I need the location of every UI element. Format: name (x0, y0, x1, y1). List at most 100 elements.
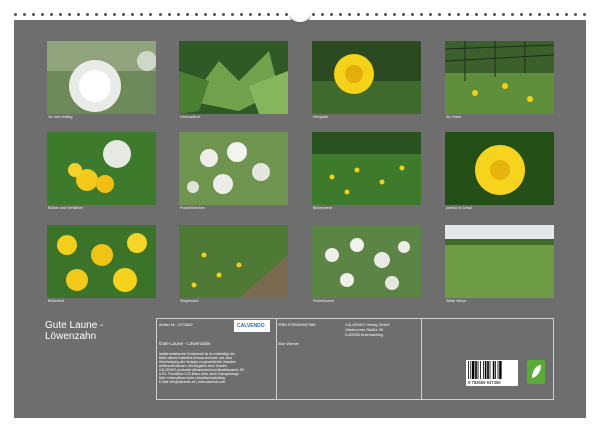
photo-flower-detail (445, 132, 554, 205)
binding-hole (32, 13, 36, 16)
binding-hole (158, 13, 162, 16)
binding-hole (23, 13, 27, 16)
binding-hole (77, 13, 81, 16)
photo-dandelion-seedhead (47, 41, 156, 114)
leaf-icon (532, 365, 541, 378)
barcode-bar (497, 361, 499, 379)
binding-hole (257, 13, 261, 16)
publisher-line: CALVENDO Verlag GmbH (345, 323, 390, 327)
barcode-bar (495, 361, 496, 379)
legal-line: E-Mail: info@calvendo.de | www.calvendo.… (159, 380, 226, 384)
photo-yellow-flower (312, 41, 421, 114)
photo-caption: Vor dem Abflug (48, 115, 73, 119)
binding-hole (113, 13, 117, 16)
barcode-bar (470, 361, 472, 379)
photo-caption: Löwenzähne (180, 115, 201, 119)
isbn: ISBN 9783669947368 (278, 323, 316, 327)
barcode-bar (492, 361, 495, 379)
photo-seedheads-field (179, 132, 288, 205)
photo-fence-meadow (445, 41, 554, 114)
binding-hole (59, 13, 63, 16)
binding-hole (185, 13, 189, 16)
binding-hole (447, 13, 451, 16)
calendar-title: Gute Laune - Löwenzahn (45, 320, 104, 342)
barcode-bar (475, 361, 477, 379)
barcode-bar (489, 361, 491, 379)
calendar-subtitle: Gute Laune - Löwenzahn (159, 341, 211, 346)
info-divider (276, 319, 277, 399)
publisher-line: D-82008 Unterhaching (345, 333, 384, 337)
binding-hole (384, 13, 388, 16)
binding-hole (375, 13, 379, 16)
binding-hole (266, 13, 270, 16)
barcode: 9 783669 947368 (466, 360, 518, 386)
binding-hole (456, 13, 460, 16)
barcode-bar (499, 361, 502, 379)
photo-caption: Blühen und Verblühen (48, 206, 84, 210)
binding-hole (474, 13, 478, 16)
photo-flower-meadow (312, 132, 421, 205)
binding-hole (483, 13, 487, 16)
binding-hole (429, 13, 433, 16)
photo-caption: Wegesrand (180, 299, 199, 303)
binding-hole (95, 13, 99, 16)
barcode-bar (480, 361, 481, 379)
binding-hole (275, 13, 279, 16)
photo-dandelion-clocks (312, 225, 421, 298)
binding-hole (546, 13, 550, 16)
info-divider (421, 319, 422, 399)
barcode-bars (468, 361, 502, 379)
binding-hole (492, 13, 496, 16)
logo-text: CALVENDO (237, 323, 265, 329)
binding-hole (167, 13, 171, 16)
binding-hole (104, 13, 108, 16)
binding-hole (149, 13, 153, 16)
article-number: Artikel-Nr.: 2472862 (159, 323, 193, 327)
binding-hole (573, 13, 577, 16)
binding-hole (438, 13, 442, 16)
binding-hole (501, 13, 505, 16)
binding-hole (239, 13, 243, 16)
binding-hole (131, 13, 135, 16)
photo-caption: Blütenwiese (313, 206, 333, 210)
photo-flower-field (47, 225, 156, 298)
photo-caption: Blütenfeld (48, 299, 64, 303)
binding-hole (510, 13, 514, 16)
binding-hole (555, 13, 559, 16)
binding-hole (402, 13, 406, 16)
binding-hole (41, 13, 45, 16)
binding-hole (366, 13, 370, 16)
photo-caption: Am Rand (446, 115, 461, 119)
author: Elke Werner (278, 342, 299, 346)
binding-hole (348, 13, 352, 16)
binding-hole (122, 13, 126, 16)
binding-hole (321, 13, 325, 16)
photo-wide-meadow (445, 225, 554, 298)
calvendo-logo: CALVENDO (234, 320, 270, 332)
photo-caption: Weite Wiese (446, 299, 467, 303)
photo-caption: perfekt im Detail (446, 206, 472, 210)
binding-hole (221, 13, 225, 16)
binding-hole (393, 13, 397, 16)
binding-hole (582, 13, 586, 16)
binding-hole (312, 13, 316, 16)
binding-hole (528, 13, 532, 16)
binding-hole (564, 13, 568, 16)
photo-wayside (179, 225, 288, 298)
barcode-bar (472, 361, 475, 379)
binding-hole (86, 13, 90, 16)
binding-hole (194, 13, 198, 16)
barcode-bar (468, 361, 469, 379)
binding-hole (420, 13, 424, 16)
binding-hole (284, 13, 288, 16)
binding-hole (203, 13, 207, 16)
binding-hole (519, 13, 523, 16)
binding-hole (140, 13, 144, 16)
binding-hole (330, 13, 334, 16)
photo-caption: Pusteblümchen (180, 206, 205, 210)
binding-hole (68, 13, 72, 16)
barcode-bar (487, 361, 489, 379)
binding-hole (537, 13, 541, 16)
binding-hole (357, 13, 361, 16)
barcode-bar (477, 361, 479, 379)
